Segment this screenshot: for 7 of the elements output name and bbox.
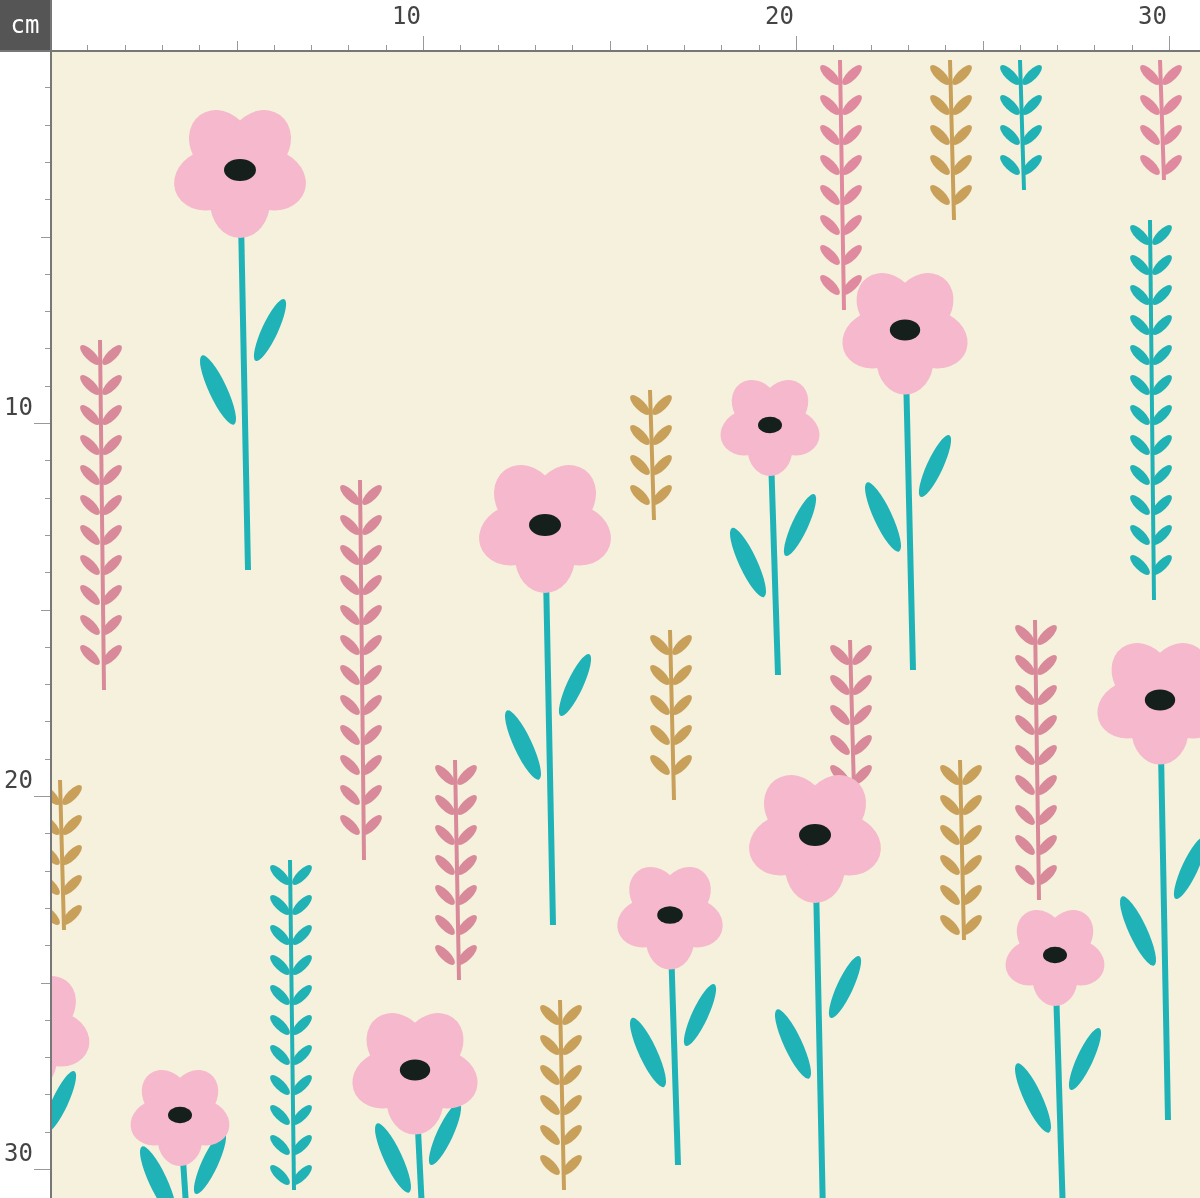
ruler-label: 30 (4, 1141, 33, 1165)
unit-label: cm (0, 0, 52, 52)
ruler-label: 10 (4, 395, 33, 419)
ruler-label: 20 (765, 4, 794, 28)
ruler-label: 30 (1138, 4, 1167, 28)
ruler-label: 20 (4, 768, 33, 792)
ruler-label: 10 (392, 4, 421, 28)
